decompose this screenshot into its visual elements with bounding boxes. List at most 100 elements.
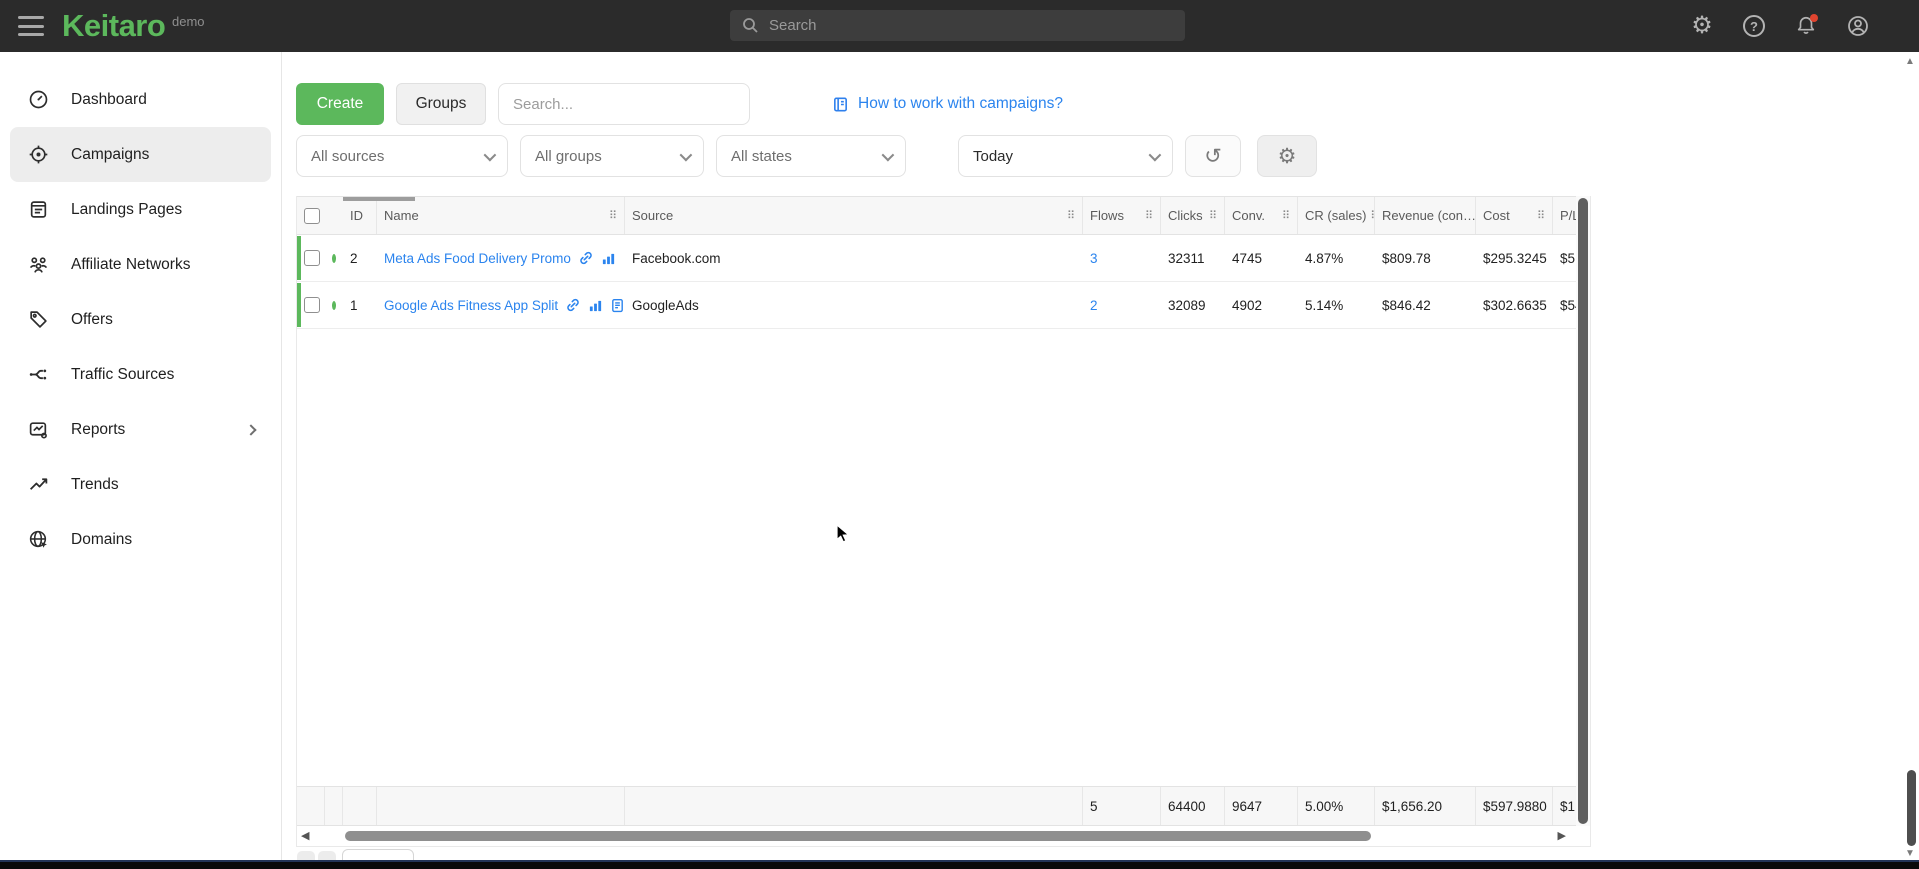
sidebar-item-offers[interactable]: Offers [10,292,271,347]
drag-handle-icon[interactable]: ⠿ [1366,209,1375,222]
campaign-report-icon[interactable] [610,298,625,313]
totals-clicks: 64400 [1161,787,1225,825]
campaign-stats-icon[interactable] [601,251,616,266]
settings-gear-icon[interactable]: ⚙ [1689,13,1715,39]
column-header-revenue[interactable]: Revenue (con…⠿ [1375,197,1476,234]
campaign-id: 2 [343,235,377,281]
sidebar-item-landings-pages[interactable]: Landings Pages [10,182,271,237]
table-vertical-scrollbar[interactable] [1576,196,1590,826]
page-scrollbar[interactable]: ▲ ▼ [1903,52,1919,869]
filter-all-groups[interactable]: All groups [520,135,704,177]
column-header-cr[interactable]: CR (sales)⠿ [1298,197,1375,234]
page-scroll-thumb[interactable] [1907,770,1916,846]
revenue-value: $846.42 [1375,282,1476,328]
column-header-id[interactable]: ID [343,197,377,234]
sidebar-label: Trends [71,476,119,494]
sidebar-label: Traffic Sources [71,366,174,384]
search-icon [742,17,759,34]
cr-value: 4.87% [1298,235,1375,281]
chevron-down-icon [1149,148,1162,161]
column-header-cost[interactable]: Cost⠿ [1476,197,1553,234]
sidebar-label: Dashboard [71,91,147,109]
landing-page-icon [28,199,49,220]
sidebar-item-reports[interactable]: Reports [10,402,271,457]
drag-handle-icon[interactable]: ⠿ [1141,209,1153,222]
drag-handle-icon[interactable]: ⠿ [1533,209,1545,222]
book-icon [832,96,849,113]
campaign-name-link[interactable]: Meta Ads Food Delivery Promo [384,251,571,266]
drag-handle-icon[interactable]: ⠿ [1278,209,1290,222]
totals-flows: 5 [1083,787,1161,825]
select-all-checkbox[interactable] [304,208,320,224]
column-header-clicks[interactable]: Clicks⠿ [1161,197,1225,234]
chevron-down-icon [680,148,693,161]
row-checkbox[interactable] [304,250,320,266]
sidebar-item-trends[interactable]: Trends [10,457,271,512]
column-header-source[interactable]: Source⠿ [625,197,1083,234]
sidebar-item-traffic-sources[interactable]: Traffic Sources [10,347,271,402]
drag-handle-icon[interactable]: ⠿ [605,209,617,222]
filter-date-range[interactable]: Today [958,135,1173,177]
notifications-bell-icon[interactable] [1793,13,1819,39]
sidebar-item-domains[interactable]: Domains [10,512,271,567]
campaign-source: GoogleAds [625,282,1083,328]
column-header-conv[interactable]: Conv.⠿ [1225,197,1298,234]
account-icon[interactable] [1845,13,1871,39]
offers-tag-icon [28,309,49,330]
flows-count-link[interactable]: 3 [1090,251,1098,266]
conversions-value: 4902 [1225,282,1298,328]
global-search[interactable] [730,10,1185,41]
chevron-down-icon [882,148,895,161]
groups-button[interactable]: Groups [396,83,486,125]
refresh-button[interactable]: ↺ [1185,135,1241,177]
campaign-stats-icon[interactable] [588,298,603,313]
gear-icon: ⚙ [1278,144,1297,169]
flows-count-link[interactable]: 2 [1090,298,1098,313]
scroll-down-arrow-icon[interactable]: ▼ [1905,848,1915,859]
vertical-scroll-thumb[interactable] [1578,198,1588,824]
table-horizontal-scrollbar[interactable]: ◀ ▶ [297,826,1590,846]
column-header-name[interactable]: Name⠿ [377,197,625,234]
domains-globe-icon [28,529,49,550]
scroll-left-arrow-icon[interactable]: ◀ [301,829,309,843]
campaign-link-icon[interactable] [565,297,581,313]
filter-all-states[interactable]: All states [716,135,906,177]
help-campaigns-link[interactable]: How to work with campaigns? [832,83,1063,125]
filter-date-value: Today [973,148,1013,165]
status-column-header [325,197,343,234]
environment-label: demo [172,14,205,29]
filter-groups-value: All groups [535,148,602,165]
sidebar-item-campaigns[interactable]: Campaigns [10,127,271,182]
campaign-name-link[interactable]: Google Ads Fitness App Split [384,298,558,313]
campaign-source: Facebook.com [625,235,1083,281]
sort-indicator [343,197,415,201]
campaign-link-icon[interactable] [578,250,594,266]
campaigns-table: ID Name⠿ Source⠿ Flows⠿ Clicks⠿ Conv.⠿ C… [296,196,1591,847]
totals-revenue: $1,656.20 [1375,787,1476,825]
campaigns-search-input[interactable] [498,83,750,125]
sidebar-item-affiliate-networks[interactable]: Affiliate Networks [10,237,271,292]
row-checkbox[interactable] [304,297,320,313]
notification-badge [1810,14,1818,22]
totals-cost: $597.9880 [1476,787,1553,825]
sidebar-label: Domains [71,531,132,549]
column-header-flows[interactable]: Flows⠿ [1083,197,1161,234]
conversions-value: 4745 [1225,235,1298,281]
drag-handle-icon[interactable]: ⠿ [1205,209,1217,222]
scroll-up-arrow-icon[interactable]: ▲ [1905,56,1915,67]
filter-states-value: All states [731,148,792,165]
filter-all-sources[interactable]: All sources [296,135,508,177]
table-row: 2 Meta Ads Food Delivery Promo ⋯ Faceboo… [297,235,1590,282]
table-settings-button[interactable]: ⚙ [1257,135,1317,177]
create-button[interactable]: Create [296,83,384,125]
help-icon[interactable]: ? [1741,13,1767,39]
drag-handle-icon[interactable]: ⠿ [1063,209,1075,222]
cr-value: 5.14% [1298,282,1375,328]
scroll-right-arrow-icon[interactable]: ▶ [1558,829,1566,843]
hamburger-menu-icon[interactable] [18,16,44,36]
cost-value: $302.6635 [1476,282,1553,328]
sidebar-item-dashboard[interactable]: Dashboard [10,72,271,127]
horizontal-scroll-thumb[interactable] [345,831,1371,841]
global-search-input[interactable] [769,17,1173,34]
campaigns-target-icon [28,144,49,165]
